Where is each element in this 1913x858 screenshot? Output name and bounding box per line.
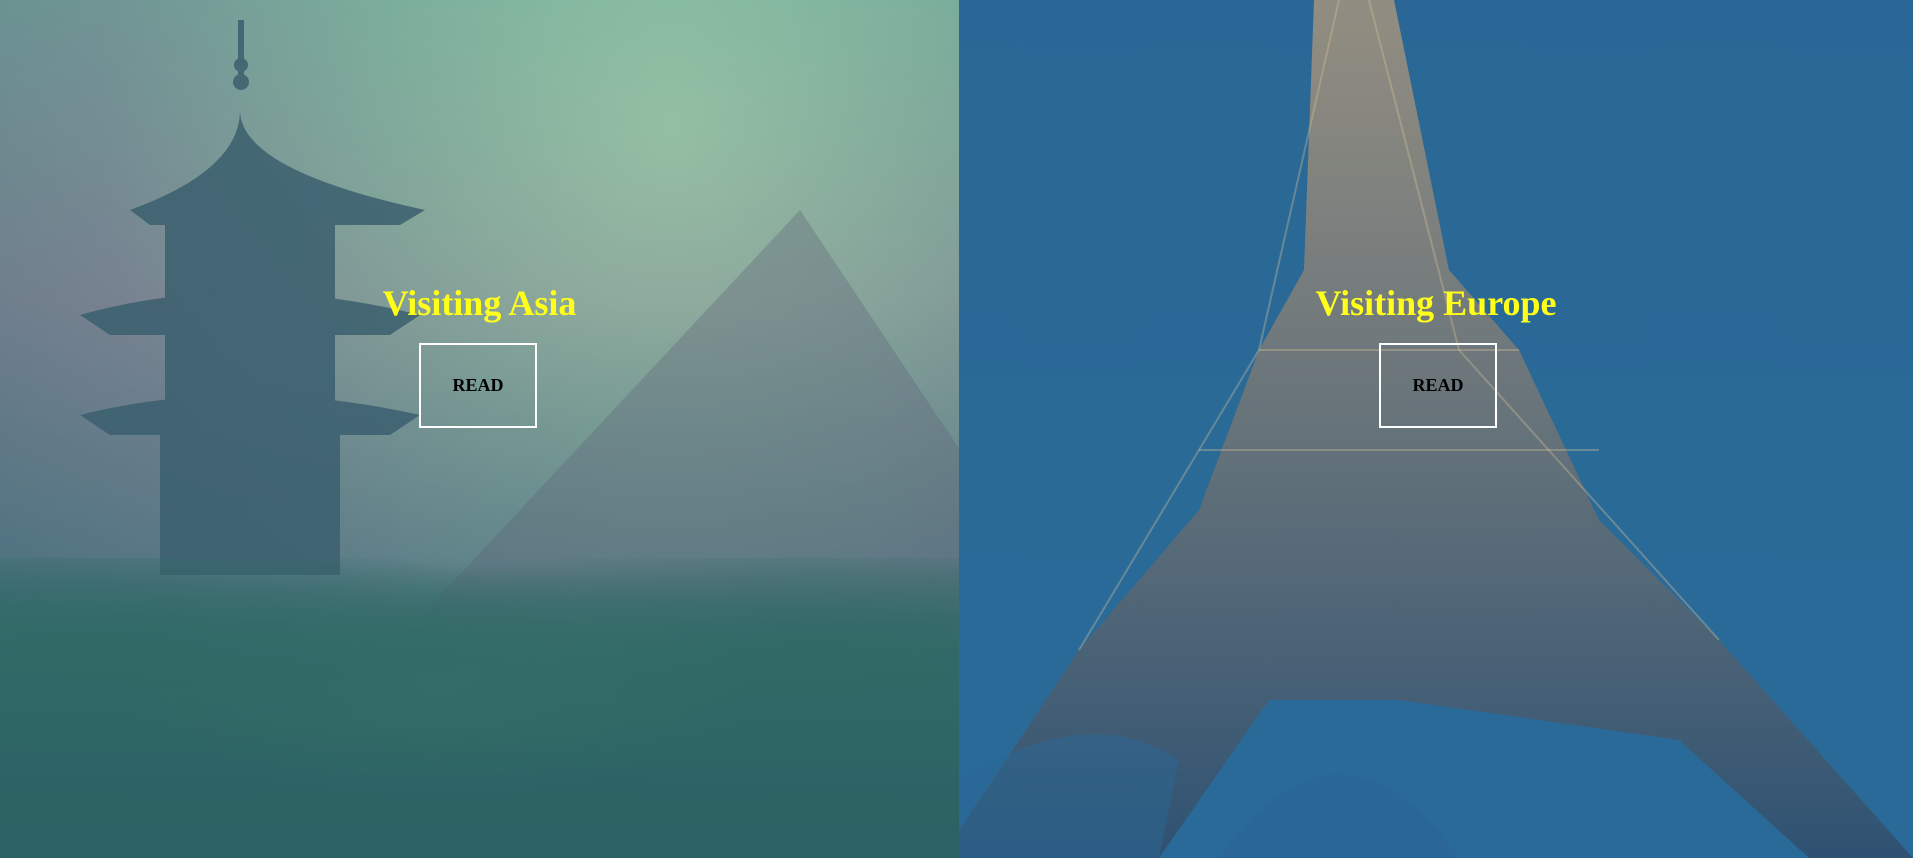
europe-read-button[interactable]: READ [1379, 343, 1497, 428]
split-hero: Visiting Asia READ Visiting Europe READ [0, 0, 1913, 858]
europe-panel: Visiting Europe READ [959, 0, 1913, 858]
eiffel-tower-image [959, 0, 1913, 858]
foliage-background [0, 558, 959, 858]
asia-panel: Visiting Asia READ [0, 0, 959, 858]
europe-heading: Visiting Europe [1315, 283, 1557, 323]
asia-read-button[interactable]: READ [419, 343, 537, 428]
asia-heading: Visiting Asia [382, 283, 577, 323]
